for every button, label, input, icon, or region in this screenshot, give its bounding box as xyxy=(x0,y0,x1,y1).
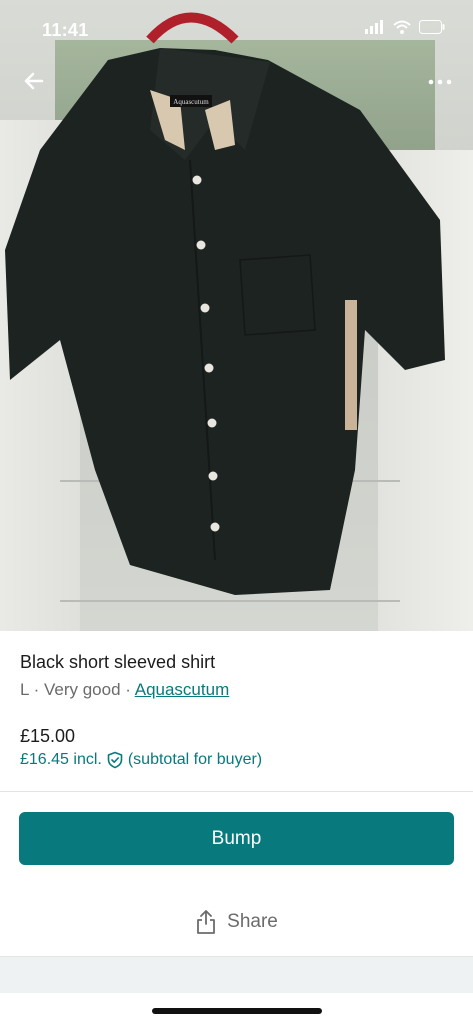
back-arrow-icon[interactable] xyxy=(20,66,50,96)
home-indicator[interactable] xyxy=(152,1008,322,1014)
listing-title: Black short sleeved shirt xyxy=(20,652,216,672)
signal-icon xyxy=(365,20,383,34)
brand-link[interactable]: Aquascutum xyxy=(135,680,230,699)
status-icons xyxy=(365,20,445,34)
bump-button[interactable]: Bump xyxy=(19,812,454,865)
share-label: Share xyxy=(227,911,278,932)
listing-meta: L · Very good · Aquascutum xyxy=(20,680,229,700)
status-time: 11:41 xyxy=(42,20,89,40)
product-photo[interactable]: Aquascutum xyxy=(0,0,473,631)
price-incl-note: (subtotal for buyer) xyxy=(127,751,263,768)
wifi-icon xyxy=(393,20,411,34)
shirt-label-text: Aquascutum xyxy=(173,98,209,106)
bottom-section xyxy=(0,956,473,993)
buyer-price-info[interactable]: £16.45 incl. (subtotal for buyer) xyxy=(20,751,262,769)
share-icon xyxy=(197,910,216,934)
battery-icon xyxy=(419,20,445,34)
price-incl: £16.45 incl. xyxy=(20,751,102,768)
status-bar: 11:41 xyxy=(0,0,473,60)
meta-separator: · xyxy=(33,680,40,699)
more-options-icon[interactable] xyxy=(425,70,455,94)
section-divider xyxy=(0,791,473,792)
shield-check-icon xyxy=(107,751,123,769)
listing-price: £15.00 xyxy=(20,726,76,746)
listing-condition: Very good xyxy=(43,680,121,699)
share-button[interactable]: Share xyxy=(0,905,473,939)
meta-separator: · xyxy=(125,680,131,699)
listing-size: L xyxy=(20,680,29,699)
shirt-illustration: Aquascutum xyxy=(5,12,445,595)
